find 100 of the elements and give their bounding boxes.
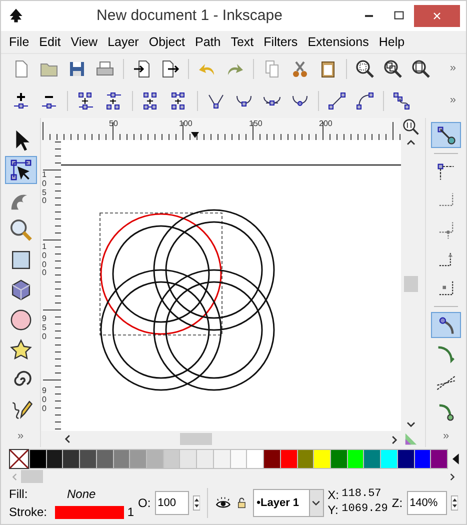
color-swatch[interactable] — [330, 450, 347, 468]
break-path-button[interactable] — [104, 90, 124, 110]
color-swatch[interactable] — [46, 450, 62, 468]
menu-item[interactable]: Path — [190, 32, 226, 52]
color-swatch[interactable] — [298, 450, 314, 468]
dropdown-caret-icon — [311, 498, 322, 508]
zoom-label: Z: — [392, 495, 403, 512]
join-nodes-icon — [76, 90, 96, 110]
menu-item[interactable]: File — [4, 32, 34, 52]
object-to-path-icon — [392, 90, 412, 110]
line-segment-icon — [327, 90, 347, 110]
join-nodes-button[interactable] — [76, 90, 96, 110]
export-button[interactable] — [160, 58, 180, 78]
zoom-drawing-button[interactable] — [383, 58, 403, 78]
color-swatch[interactable] — [398, 450, 414, 468]
zoom-drawing-icon — [383, 58, 403, 78]
color-swatch[interactable] — [30, 450, 46, 468]
export-icon — [160, 58, 180, 78]
color-swatch[interactable] — [381, 450, 397, 468]
zoom-field[interactable]: 140% — [406, 491, 447, 515]
y-label: Y: — [328, 503, 340, 518]
color-swatch[interactable] — [197, 450, 213, 468]
color-swatch[interactable] — [114, 450, 130, 468]
opacity-field[interactable]: 100 — [154, 491, 189, 515]
menu-item[interactable]: View — [66, 32, 103, 52]
menu-item[interactable]: Help — [374, 32, 410, 52]
print-button[interactable] — [95, 58, 115, 78]
scrollbar-thumb[interactable] — [404, 276, 418, 292]
menu-item[interactable]: Text — [226, 32, 259, 52]
cut-icon — [290, 58, 310, 78]
ruler-label: 200 — [319, 118, 332, 130]
color-swatch[interactable] — [63, 450, 80, 468]
line-segment-button[interactable] — [327, 90, 347, 110]
color-swatch[interactable] — [130, 450, 146, 468]
close-icon — [431, 10, 443, 22]
snap-nodes-toggle[interactable] — [431, 312, 461, 338]
ring-shape[interactable] — [153, 209, 275, 331]
window-title: New document 1 - Inkscape — [96, 6, 284, 26]
ruler-label: 150 — [249, 118, 262, 130]
add-node-button[interactable] — [11, 90, 31, 110]
ruler-label: 900 — [42, 387, 48, 414]
color-swatch[interactable] — [348, 450, 364, 468]
cut-button[interactable] — [290, 58, 310, 78]
stroke-width: 1 — [127, 504, 134, 521]
ring-shape[interactable] — [100, 212, 222, 336]
stroke-swatch[interactable] — [54, 506, 124, 518]
ruler-label: 1000 — [42, 243, 48, 278]
no-paint-swatch[interactable] — [9, 449, 29, 469]
zoom-one-to-one-icon[interactable] — [402, 118, 420, 136]
zoom-selection-icon — [355, 58, 375, 78]
curve-segment-button[interactable] — [355, 90, 375, 110]
inkscape-logo-icon — [7, 7, 25, 25]
color-management-icon[interactable] — [403, 431, 419, 447]
color-swatch[interactable] — [96, 450, 113, 468]
color-swatch[interactable] — [230, 450, 246, 468]
print-icon — [95, 58, 115, 78]
menu-item[interactable]: Object — [144, 32, 190, 52]
color-swatch[interactable] — [414, 450, 430, 468]
color-swatch[interactable] — [431, 450, 447, 468]
color-swatch[interactable] — [180, 450, 196, 468]
spin-arrows-icon[interactable] — [450, 493, 458, 513]
color-swatch[interactable] — [280, 450, 296, 468]
more-button[interactable]: » — [446, 60, 460, 77]
spin-arrows-icon[interactable] — [192, 493, 200, 513]
scrollbar-thumb[interactable] — [21, 470, 43, 483]
color-swatch[interactable] — [80, 450, 96, 468]
menu-item[interactable]: Layer — [102, 32, 144, 52]
import-button[interactable] — [132, 58, 152, 78]
layer-dropdown[interactable]: •Layer 1 — [252, 489, 324, 517]
fill-value: None — [67, 486, 96, 503]
color-swatch[interactable] — [214, 450, 230, 468]
more-button[interactable]: » — [446, 92, 460, 109]
ruler-label: 100 — [179, 118, 192, 130]
zoom-selection-button[interactable] — [355, 58, 375, 78]
node-tool[interactable] — [4, 156, 36, 184]
curve-segment-icon — [355, 90, 375, 110]
color-swatch[interactable] — [247, 450, 264, 468]
color-swatch[interactable] — [147, 450, 163, 468]
x-coordinate: 118.57 — [342, 488, 382, 502]
menu-item[interactable]: Filters — [258, 32, 303, 52]
ring-shape[interactable] — [100, 269, 222, 391]
snap-toggle[interactable] — [431, 122, 461, 148]
menu-item[interactable]: Extensions — [302, 32, 374, 52]
ring-shape[interactable] — [153, 269, 275, 391]
color-swatch[interactable] — [164, 450, 180, 468]
ruler-label: 950 — [42, 315, 48, 342]
scrollbar-thumb[interactable] — [180, 433, 212, 445]
more-button[interactable]: » — [13, 428, 28, 444]
y-coordinate: 1069.29 — [342, 503, 388, 517]
zoom-icon — [8, 218, 32, 242]
menu-item[interactable]: Edit — [34, 32, 66, 52]
color-swatch[interactable] — [364, 450, 380, 468]
color-swatch[interactable] — [264, 450, 280, 468]
more-button[interactable]: » — [438, 428, 454, 444]
color-swatch[interactable] — [314, 450, 330, 468]
x-label: X: — [328, 488, 340, 503]
object-to-path-button[interactable] — [392, 90, 412, 110]
zoom-page-button[interactable] — [411, 58, 431, 78]
node-editor-icon — [8, 158, 32, 182]
opacity-label: O: — [138, 495, 151, 512]
